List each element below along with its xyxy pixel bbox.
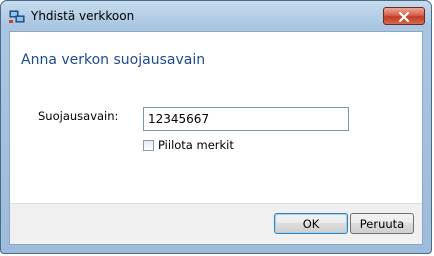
security-key-input[interactable] [143,107,349,131]
dialog-window: Yhdistä verkkoon Anna verkon suojausavai… [0,0,432,254]
hide-characters-label[interactable]: Piilota merkit [158,138,234,152]
ok-button[interactable]: OK [274,213,348,234]
network-icon [9,9,25,23]
dialog-content: Anna verkon suojausavain Suojausavain: P… [9,31,423,245]
close-icon [398,7,410,26]
security-key-label: Suojausavain: [38,109,119,123]
hide-characters-checkbox[interactable] [143,139,154,151]
page-title: Anna verkon suojausavain [21,52,206,68]
close-button[interactable] [383,7,425,25]
hide-characters-row[interactable]: Piilota merkit [143,138,234,152]
cancel-button[interactable]: Peruuta [350,213,414,234]
window-title: Yhdistä verkkoon [31,9,135,23]
title-bar[interactable]: Yhdistä verkkoon [1,1,431,31]
button-bar: OK Peruuta [10,203,422,244]
